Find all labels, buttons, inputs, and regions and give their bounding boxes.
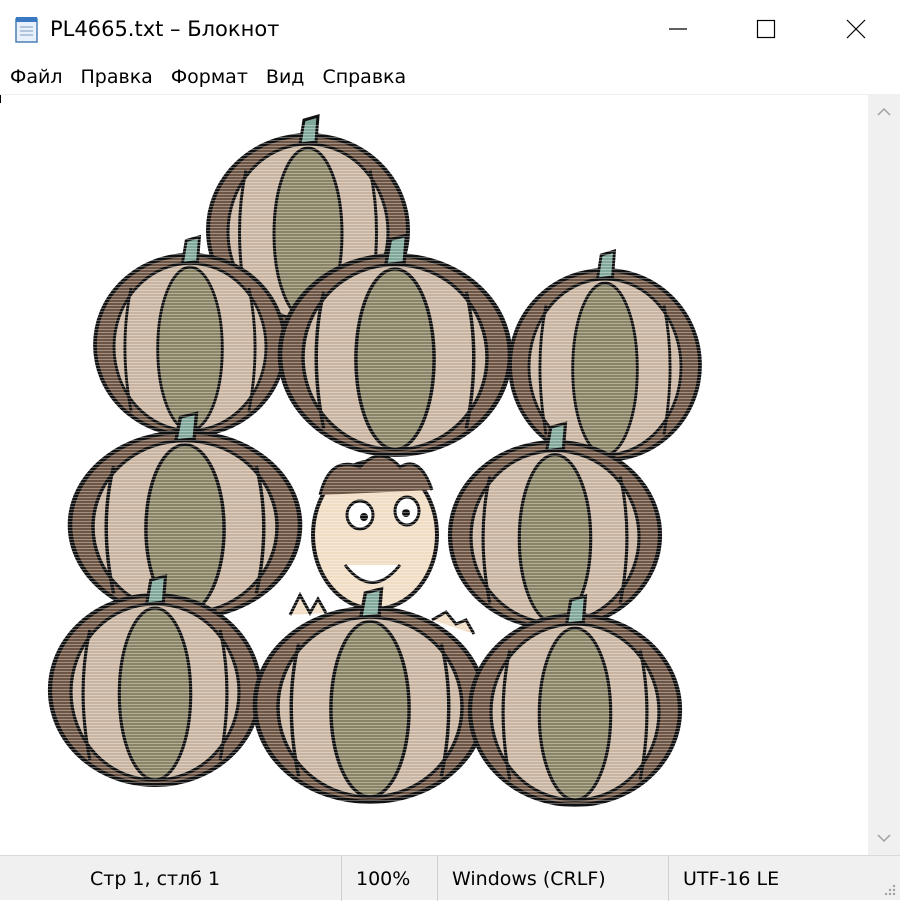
status-encoding: UTF-16 LE (668, 856, 868, 901)
menu-view[interactable]: Вид (257, 62, 314, 92)
chevron-up-icon (877, 107, 891, 116)
resize-grip-icon[interactable] (882, 882, 896, 896)
menu-file[interactable]: Файл (0, 62, 72, 92)
pumpkin-ascii-art (40, 114, 720, 825)
status-bar: Стр 1, стлб 1 100% Windows (CRLF) UTF-16… (0, 855, 900, 901)
status-zoom: 100% (341, 856, 437, 901)
scroll-up-button[interactable] (868, 95, 900, 129)
text-editor-area[interactable] (0, 95, 868, 855)
vertical-scrollbar[interactable] (868, 95, 900, 855)
status-cursor-position: Стр 1, стлб 1 (90, 867, 221, 890)
scroll-down-button[interactable] (868, 821, 900, 855)
close-button[interactable] (810, 0, 900, 58)
window-title: PL4665.txt – Блокнот (50, 17, 280, 41)
maximize-icon (756, 19, 776, 39)
menu-format[interactable]: Формат (162, 62, 257, 92)
menu-bar: Файл Правка Формат Вид Справка (0, 60, 900, 94)
notepad-icon (15, 17, 38, 43)
chevron-down-icon (877, 834, 891, 843)
text-caret (0, 95, 1, 103)
status-line-ending: Windows (CRLF) (437, 856, 668, 901)
menu-edit[interactable]: Правка (72, 62, 162, 92)
title-bar: PL4665.txt – Блокнот (0, 0, 900, 58)
close-icon (846, 19, 866, 39)
menu-help[interactable]: Справка (313, 62, 415, 92)
minimize-button[interactable] (632, 0, 724, 58)
minimize-icon (669, 28, 687, 30)
maximize-button[interactable] (720, 0, 812, 58)
